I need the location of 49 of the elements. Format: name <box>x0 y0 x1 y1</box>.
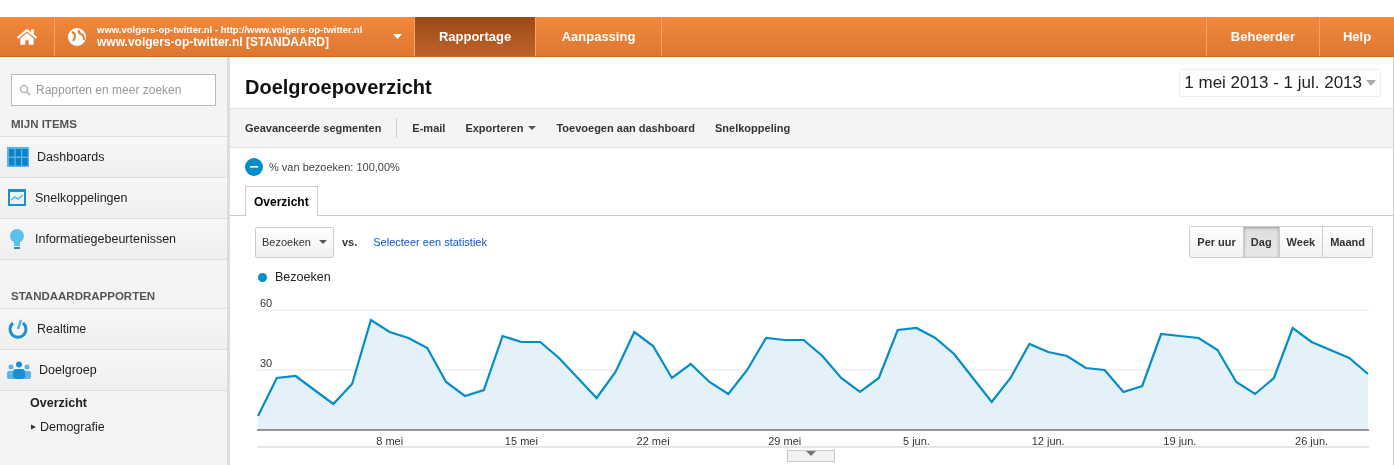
caret-icon <box>806 451 816 456</box>
granularity-button[interactable]: Dag <box>1242 227 1279 257</box>
legend-label: Bezoeken <box>275 270 331 284</box>
sidebar-subitem[interactable]: Demografie <box>0 415 227 439</box>
toolbar-button[interactable]: Exporteren <box>455 122 547 134</box>
sidebar-subitem[interactable]: Overzicht <box>0 391 227 415</box>
axis-label: 22 mei <box>636 435 670 447</box>
date-range-picker[interactable]: 1 mei 2013 - 1 jul. 2013 <box>1179 68 1381 97</box>
toolbar-button[interactable]: Toevoegen aan dashboard <box>546 122 705 134</box>
axis-label: 30 <box>260 357 273 369</box>
axis-label: 5 jun. <box>903 435 930 447</box>
page-title: Doelgroepoverzicht <box>245 76 432 99</box>
toolbar-button[interactable]: Geavanceerde segmenten <box>235 122 392 134</box>
segment-label: % van bezoeken: 100,00% <box>269 160 400 173</box>
axis-label: 29 mei <box>768 435 802 447</box>
granularity-button[interactable]: Week <box>1278 227 1323 257</box>
toolbar-button[interactable]: E-mail <box>402 122 456 134</box>
caret-icon <box>528 126 537 130</box>
segment-icon <box>245 157 263 176</box>
home-icon <box>17 26 37 47</box>
chart-screen-icon <box>7 188 27 208</box>
vs-label: vs. <box>341 236 358 248</box>
caret-icon <box>318 240 327 244</box>
globe-icon <box>67 26 87 47</box>
lightbulb-icon <box>7 228 27 250</box>
search-field[interactable]: Rapporten en meer zoeken <box>11 74 216 106</box>
expand-handle[interactable] <box>787 450 835 462</box>
toolbar-button[interactable]: Snelkoppeling <box>705 122 801 134</box>
property-url: www.volgers-op-twitter.nl - http://www.volgers-op-twitter.nl <box>97 24 364 35</box>
granularity-button[interactable]: Maand <box>1322 227 1372 257</box>
property-name: www.volgers-op-twitter.nl [STANDAARD] <box>97 35 330 49</box>
metric-select[interactable]: Bezoeken <box>255 226 334 258</box>
caret-icon <box>1366 79 1376 86</box>
axis-label: 19 jun. <box>1163 435 1197 447</box>
axis-label: 8 mei <box>376 435 404 447</box>
compare-link[interactable]: Selecteer een statistiek <box>373 236 487 248</box>
nav-tab[interactable]: Rapportage <box>415 17 536 56</box>
axis-label: 15 mei <box>504 435 538 447</box>
axis-label: 60 <box>260 297 273 309</box>
tab[interactable]: Overzicht <box>245 186 318 216</box>
granularity-button[interactable]: Per uur <box>1190 227 1243 257</box>
refresh-icon <box>7 318 29 340</box>
people-icon <box>7 361 31 379</box>
legend-dot <box>258 272 267 282</box>
axis-label: 26 jun. <box>1295 435 1329 447</box>
search-icon <box>19 84 31 96</box>
axis-label: 12 jun. <box>1031 435 1065 447</box>
grid-icon <box>7 147 29 167</box>
caret-icon <box>393 34 402 39</box>
